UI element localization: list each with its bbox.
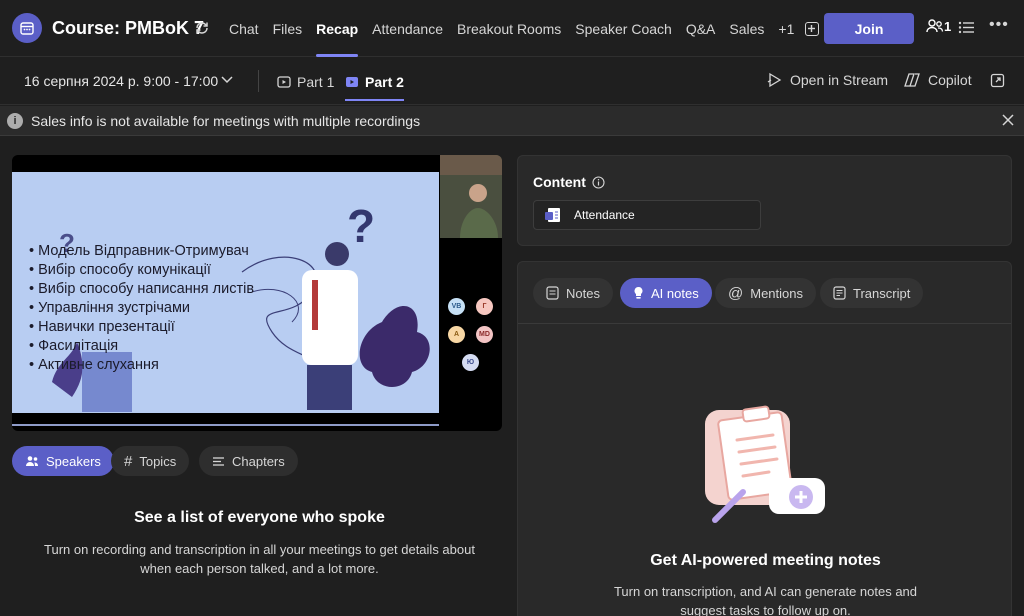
divider: [258, 70, 259, 92]
recording-bar: 16 серпня 2024 р. 9:00 - 17:00 Part 1 Pa…: [0, 57, 1024, 105]
copilot-label: Copilot: [928, 72, 972, 88]
tab-notes-label: Notes: [566, 285, 600, 301]
tab-ai-notes-label: AI notes: [651, 285, 699, 301]
hash-icon: #: [124, 452, 133, 470]
tab-chat[interactable]: Chat: [229, 0, 259, 57]
topics-pill[interactable]: # Topics: [111, 446, 190, 476]
notes-icon: [546, 286, 559, 300]
notes-tabs: Notes AI notes @ Mentions Transcript: [518, 262, 1011, 324]
calendar-icon[interactable]: [12, 13, 42, 43]
speakers-label: Speakers: [46, 453, 101, 469]
copilot-icon: [904, 73, 920, 87]
content-heading: Content: [533, 174, 605, 190]
chevron-down-icon[interactable]: [220, 72, 234, 89]
popout-icon[interactable]: [990, 73, 1005, 91]
tab-speaker-coach[interactable]: Speaker Coach: [575, 0, 672, 57]
slide-footer-line: [12, 424, 439, 426]
join-button[interactable]: Join: [824, 13, 914, 44]
video-icon: [346, 77, 358, 87]
at-icon: @: [728, 284, 744, 302]
content-label: Content: [533, 174, 586, 190]
participant-avatar: VB: [448, 298, 465, 315]
add-tab-icon[interactable]: [805, 21, 820, 36]
info-banner: i Sales info is not available for meetin…: [0, 106, 1024, 136]
copilot-button[interactable]: Copilot: [903, 72, 972, 88]
transcript-icon: [833, 286, 846, 300]
list-icon[interactable]: [958, 20, 975, 38]
tab-attendance[interactable]: Attendance: [372, 0, 443, 57]
slide-bullet: Модель Відправник-Отримувач: [29, 242, 254, 261]
tab-recap[interactable]: Recap: [316, 0, 359, 57]
tab-ai-notes[interactable]: AI notes: [620, 278, 712, 308]
part-2-label: Part 2: [365, 74, 404, 90]
slide-bullet: Навички презентації: [29, 318, 254, 337]
attendance-file-icon: [545, 208, 560, 222]
participants-count: 1: [944, 18, 952, 34]
content-panel: Content Attendance: [517, 155, 1012, 246]
ai-notes-empty-title: Get AI-powered meeting notes: [650, 552, 881, 569]
part-1-label: Part 1: [297, 74, 335, 90]
info-icon: i: [7, 113, 23, 129]
slide-bullet: Вибір способу написання листів: [29, 280, 254, 299]
tab-more[interactable]: +1: [778, 0, 794, 57]
attendance-file-button[interactable]: Attendance: [533, 200, 761, 230]
meeting-date: 16 серпня 2024 р. 9:00 - 17:00: [24, 73, 219, 89]
slide-bullet-list: Модель Відправник-Отримувач Вибір способ…: [29, 242, 254, 375]
slide-bullet: Управління зустрічами: [29, 299, 254, 318]
open-in-stream-button[interactable]: Open in Stream: [767, 72, 888, 88]
meeting-title: Course: PMBoK 7: [52, 18, 205, 38]
open-in-stream-label: Open in Stream: [790, 72, 889, 88]
participant-avatar: Г: [476, 298, 493, 315]
tab-files[interactable]: Files: [273, 0, 303, 57]
meeting-tabs: Chat Files Recap Attendance Breakout Roo…: [222, 0, 820, 57]
chapters-pill[interactable]: Chapters: [199, 446, 298, 476]
participants-button[interactable]: 1: [926, 18, 951, 34]
stream-icon: [767, 72, 782, 88]
clipboard-illustration: [705, 405, 825, 523]
recording-video-player[interactable]: ? ? Модель Відправник-Отримувач Вибір сп…: [12, 155, 502, 431]
tab-mentions[interactable]: @ Mentions: [715, 278, 816, 308]
lines-icon: [213, 456, 224, 466]
notes-panel: Notes AI notes @ Mentions Transcript Get…: [517, 261, 1012, 616]
slide-bullet: Вибір способу комунікації: [29, 261, 254, 280]
topics-label: Topics: [139, 453, 177, 469]
presenter-camera: [440, 155, 502, 238]
more-options-icon[interactable]: •••: [989, 16, 1009, 34]
speakers-empty-description: Turn on recording and transcription in a…: [44, 542, 475, 576]
info-icon[interactable]: [592, 175, 605, 189]
speakers-pill[interactable]: Speakers: [12, 446, 114, 476]
ai-notes-empty-description: Turn on transcription, and AI can genera…: [613, 584, 918, 616]
tab-notes[interactable]: Notes: [533, 278, 613, 308]
tab-transcript-label: Transcript: [853, 285, 911, 301]
people-icon: [926, 19, 944, 33]
video-icon: [277, 76, 291, 88]
tab-breakout-rooms[interactable]: Breakout Rooms: [457, 0, 561, 57]
slide-bullet: Фасилітація: [29, 337, 254, 356]
part-2-tab[interactable]: Part 2: [345, 72, 404, 101]
attendance-label: Attendance: [574, 208, 635, 222]
part-1-tab[interactable]: Part 1: [277, 72, 334, 92]
participant-avatar: Ю: [462, 354, 479, 371]
participant-avatar: A: [448, 326, 465, 343]
presentation-slide: ? ? Модель Відправник-Отримувач Вибір сп…: [12, 172, 439, 426]
tab-transcript[interactable]: Transcript: [820, 278, 924, 308]
people-icon: [26, 456, 38, 466]
close-icon[interactable]: [1001, 113, 1015, 130]
lightbulb-icon: [634, 287, 643, 299]
svg-text:?: ?: [347, 200, 375, 252]
top-bar: Course: PMBoK 7 Chat Files Recap Attenda…: [0, 0, 1024, 57]
participant-avatar: MD: [476, 326, 493, 343]
tab-mentions-label: Mentions: [750, 285, 803, 301]
chapters-label: Chapters: [232, 453, 285, 469]
tab-sales[interactable]: Sales: [729, 0, 764, 57]
speakers-empty-title: See a list of everyone who spoke: [134, 509, 385, 526]
sync-icon[interactable]: [193, 19, 211, 37]
slide-bullet: Активне слухання: [29, 356, 254, 375]
tab-qa[interactable]: Q&A: [686, 0, 716, 57]
info-message: Sales info is not available for meetings…: [31, 113, 421, 129]
